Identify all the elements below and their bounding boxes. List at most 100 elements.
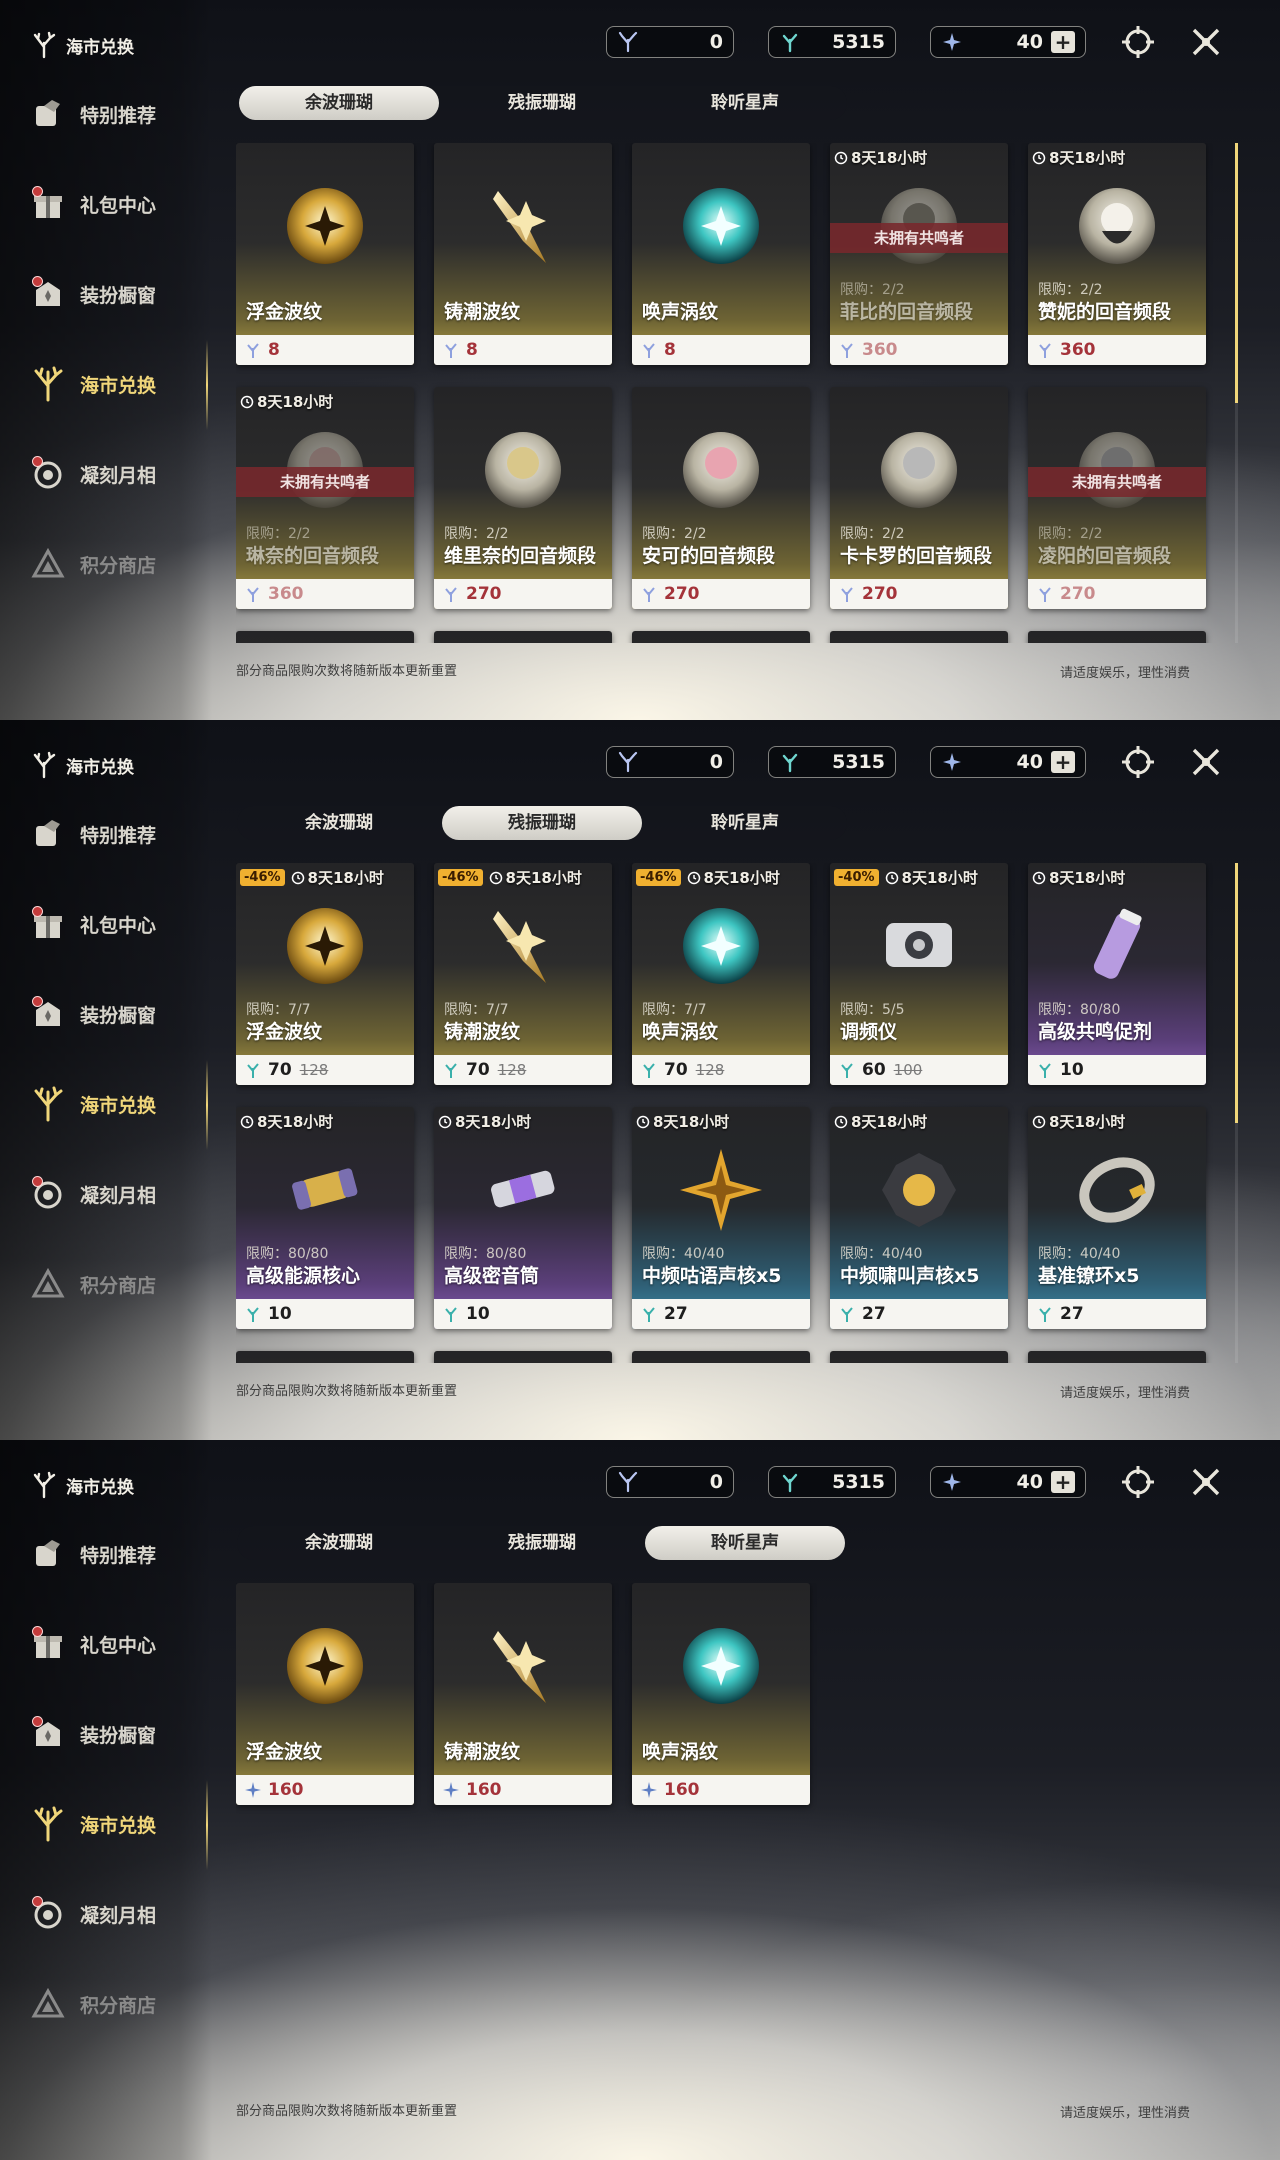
shop-card-partial[interactable] <box>632 631 810 643</box>
add-currency-button[interactable]: + <box>1051 1471 1075 1493</box>
currency-aftermath-coral[interactable]: 0 <box>606 26 734 58</box>
timer-text: 8天18小时 <box>653 1113 730 1131</box>
tab-oscillated-coral[interactable]: 残振珊瑚 <box>442 806 642 840</box>
shop-card[interactable]: -40% 8天18小时 限购：5/5 调频仪 60 100 <box>830 863 1008 1085</box>
shop-card[interactable]: 浮金波纹 8 <box>236 143 414 365</box>
tab-aftermath-coral[interactable]: 余波珊瑚 <box>239 86 439 120</box>
moon-phase-icon <box>28 1894 68 1934</box>
currency-star-sound[interactable]: 40 + <box>930 1466 1086 1498</box>
add-currency-button[interactable]: + <box>1051 751 1075 773</box>
tab-oscillated-coral[interactable]: 残振珊瑚 <box>442 1526 642 1560</box>
shop-card[interactable]: 8天18小时 限购：40/40 基准镣环x5 27 <box>1028 1107 1206 1329</box>
shop-card[interactable]: 8天18小时 限购：40/40 中频咕语声核x5 27 <box>632 1107 810 1329</box>
item-name: 浮金波纹 <box>246 1741 323 1763</box>
close-button[interactable] <box>1186 1462 1226 1502</box>
shop-card[interactable]: -46% 8天18小时 限购：7/7 铸潮波纹 70 128 <box>434 863 612 1085</box>
scrollbar-thumb[interactable] <box>1235 143 1238 403</box>
shop-card[interactable]: 未拥有共鸣者 限购：2/2 凌阳的回音频段 270 <box>1028 387 1206 609</box>
tab-oscillated-coral[interactable]: 残振珊瑚 <box>442 86 642 120</box>
shop-card[interactable]: 限购：2/2 维里奈的回音频段 270 <box>434 387 612 609</box>
currency-oscillated-coral[interactable]: 5315 <box>768 1466 896 1498</box>
timer-text: 8天18小时 <box>307 869 384 887</box>
tab-aftermath-coral[interactable]: 余波珊瑚 <box>239 1526 439 1560</box>
shop-card-partial[interactable] <box>1028 1351 1206 1363</box>
shop-card[interactable]: -46% 8天18小时 限购：7/7 浮金波纹 70 128 <box>236 863 414 1085</box>
sidebar-item-exchange[interactable]: 海市兑换 <box>28 1802 198 1846</box>
sidebar-item-exchange[interactable]: 海市兑换 <box>28 362 198 406</box>
add-currency-button[interactable]: + <box>1051 31 1075 53</box>
tab-aftermath-coral[interactable]: 余波珊瑚 <box>239 806 439 840</box>
shop-card[interactable]: 8天18小时 限购：2/2 赞妮的回音频段 360 <box>1028 143 1206 365</box>
shop-card[interactable]: 限购：2/2 卡卡罗的回音频段 270 <box>830 387 1008 609</box>
shop-card[interactable]: 铸潮波纹 160 <box>434 1583 612 1805</box>
sidebar-item-points[interactable]: 积分商店 <box>28 542 198 586</box>
shop-card-partial[interactable] <box>830 1351 1008 1363</box>
price-value: 70 <box>268 1060 292 1080</box>
ring-icon <box>1062 1135 1172 1245</box>
sidebar-item-moon[interactable]: 凝刻月相 <box>28 452 198 496</box>
scrollbar[interactable] <box>1235 863 1238 1363</box>
aftermath-coral-icon <box>618 31 638 53</box>
shop-card[interactable]: 8天18小时 限购：40/40 中频啸叫声核x5 27 <box>830 1107 1008 1329</box>
sidebar-item-wardrobe[interactable]: 装扮橱窗 <box>28 1712 198 1756</box>
clock-icon <box>489 871 502 884</box>
sidebar-item-wardrobe[interactable]: 装扮橱窗 <box>28 272 198 316</box>
teal-orb-icon <box>666 1611 776 1721</box>
shop-card-partial[interactable] <box>434 1351 612 1363</box>
shop-card[interactable]: 唤声涡纹 8 <box>632 143 810 365</box>
sidebar-item-moon[interactable]: 凝刻月相 <box>28 1892 198 1936</box>
sidebar-item-exchange[interactable]: 海市兑换 <box>28 1082 198 1126</box>
currency-star-sound[interactable]: 40 + <box>930 746 1086 778</box>
timer-text: 8天18小时 <box>455 1113 532 1131</box>
price-value: 270 <box>664 584 700 604</box>
shop-card[interactable]: 8天18小时 未拥有共鸣者 限购：2/2 菲比的回音频段 360 <box>830 143 1008 365</box>
target-button[interactable] <box>1118 742 1158 782</box>
oscillated-coral-icon <box>445 1307 457 1322</box>
shop-card-partial[interactable] <box>236 631 414 643</box>
tab-star-sound[interactable]: 聆听星声 <box>645 1526 845 1560</box>
shop-card[interactable]: 铸潮波纹 8 <box>434 143 612 365</box>
sidebar-item-special[interactable]: 特别推荐 <box>28 92 198 136</box>
shop-card[interactable]: 唤声涡纹 160 <box>632 1583 810 1805</box>
currency-oscillated-coral[interactable]: 5315 <box>768 746 896 778</box>
sidebar-item-gift[interactable]: 礼包中心 <box>28 182 198 226</box>
close-button[interactable] <box>1186 742 1226 782</box>
price-value: 27 <box>862 1304 886 1324</box>
shop-card-partial[interactable] <box>236 1351 414 1363</box>
close-button[interactable] <box>1186 22 1226 62</box>
shop-card[interactable]: 限购：2/2 安可的回音频段 270 <box>632 387 810 609</box>
sidebar-item-points[interactable]: 积分商店 <box>28 1982 198 2026</box>
price-value: 10 <box>1060 1060 1084 1080</box>
currency-oscillated-coral[interactable]: 5315 <box>768 26 896 58</box>
sidebar-item-wardrobe[interactable]: 装扮橱窗 <box>28 992 198 1036</box>
star-sound-icon <box>641 1782 657 1798</box>
sidebar-item-special[interactable]: 特别推荐 <box>28 812 198 856</box>
sidebar-item-moon[interactable]: 凝刻月相 <box>28 1172 198 1216</box>
tab-star-sound[interactable]: 聆听星声 <box>645 86 845 120</box>
shop-card[interactable]: 8天18小时 限购：80/80 高级密音筒 10 <box>434 1107 612 1329</box>
shop-card-partial[interactable] <box>632 1351 810 1363</box>
shop-card-partial[interactable] <box>434 631 612 643</box>
tab-star-sound[interactable]: 聆听星声 <box>645 806 845 840</box>
scrollbar-thumb[interactable] <box>1235 863 1238 1123</box>
currency-aftermath-coral[interactable]: 0 <box>606 1466 734 1498</box>
shop-card[interactable]: 8天18小时 限购：80/80 高级共鸣促剂 10 <box>1028 863 1206 1085</box>
shop-card-partial[interactable] <box>830 631 1008 643</box>
shop-card[interactable]: 8天18小时 未拥有共鸣者 限购：2/2 琳奈的回音频段 360 <box>236 387 414 609</box>
currency-star-sound[interactable]: 40 + <box>930 26 1086 58</box>
target-button[interactable] <box>1118 22 1158 62</box>
shop-card[interactable]: -46% 8天18小时 限购：7/7 唤声涡纹 70 128 <box>632 863 810 1085</box>
sidebar-item-special[interactable]: 特别推荐 <box>28 1532 198 1576</box>
scrollbar[interactable] <box>1235 143 1238 643</box>
sidebar-item-points[interactable]: 积分商店 <box>28 1262 198 1306</box>
shop-card[interactable]: 8天18小时 限购：80/80 高级能源核心 10 <box>236 1107 414 1329</box>
sidebar-item-gift[interactable]: 礼包中心 <box>28 902 198 946</box>
timer-label: 8天18小时 <box>240 1111 333 1132</box>
target-button[interactable] <box>1118 1462 1158 1502</box>
timer-label: -46% 8天18小时 <box>438 867 582 888</box>
purchase-limit: 限购：2/2 <box>444 526 509 542</box>
currency-aftermath-coral[interactable]: 0 <box>606 746 734 778</box>
sidebar-item-gift[interactable]: 礼包中心 <box>28 1622 198 1666</box>
shop-card-partial[interactable] <box>1028 631 1206 643</box>
shop-card[interactable]: 浮金波纹 160 <box>236 1583 414 1805</box>
